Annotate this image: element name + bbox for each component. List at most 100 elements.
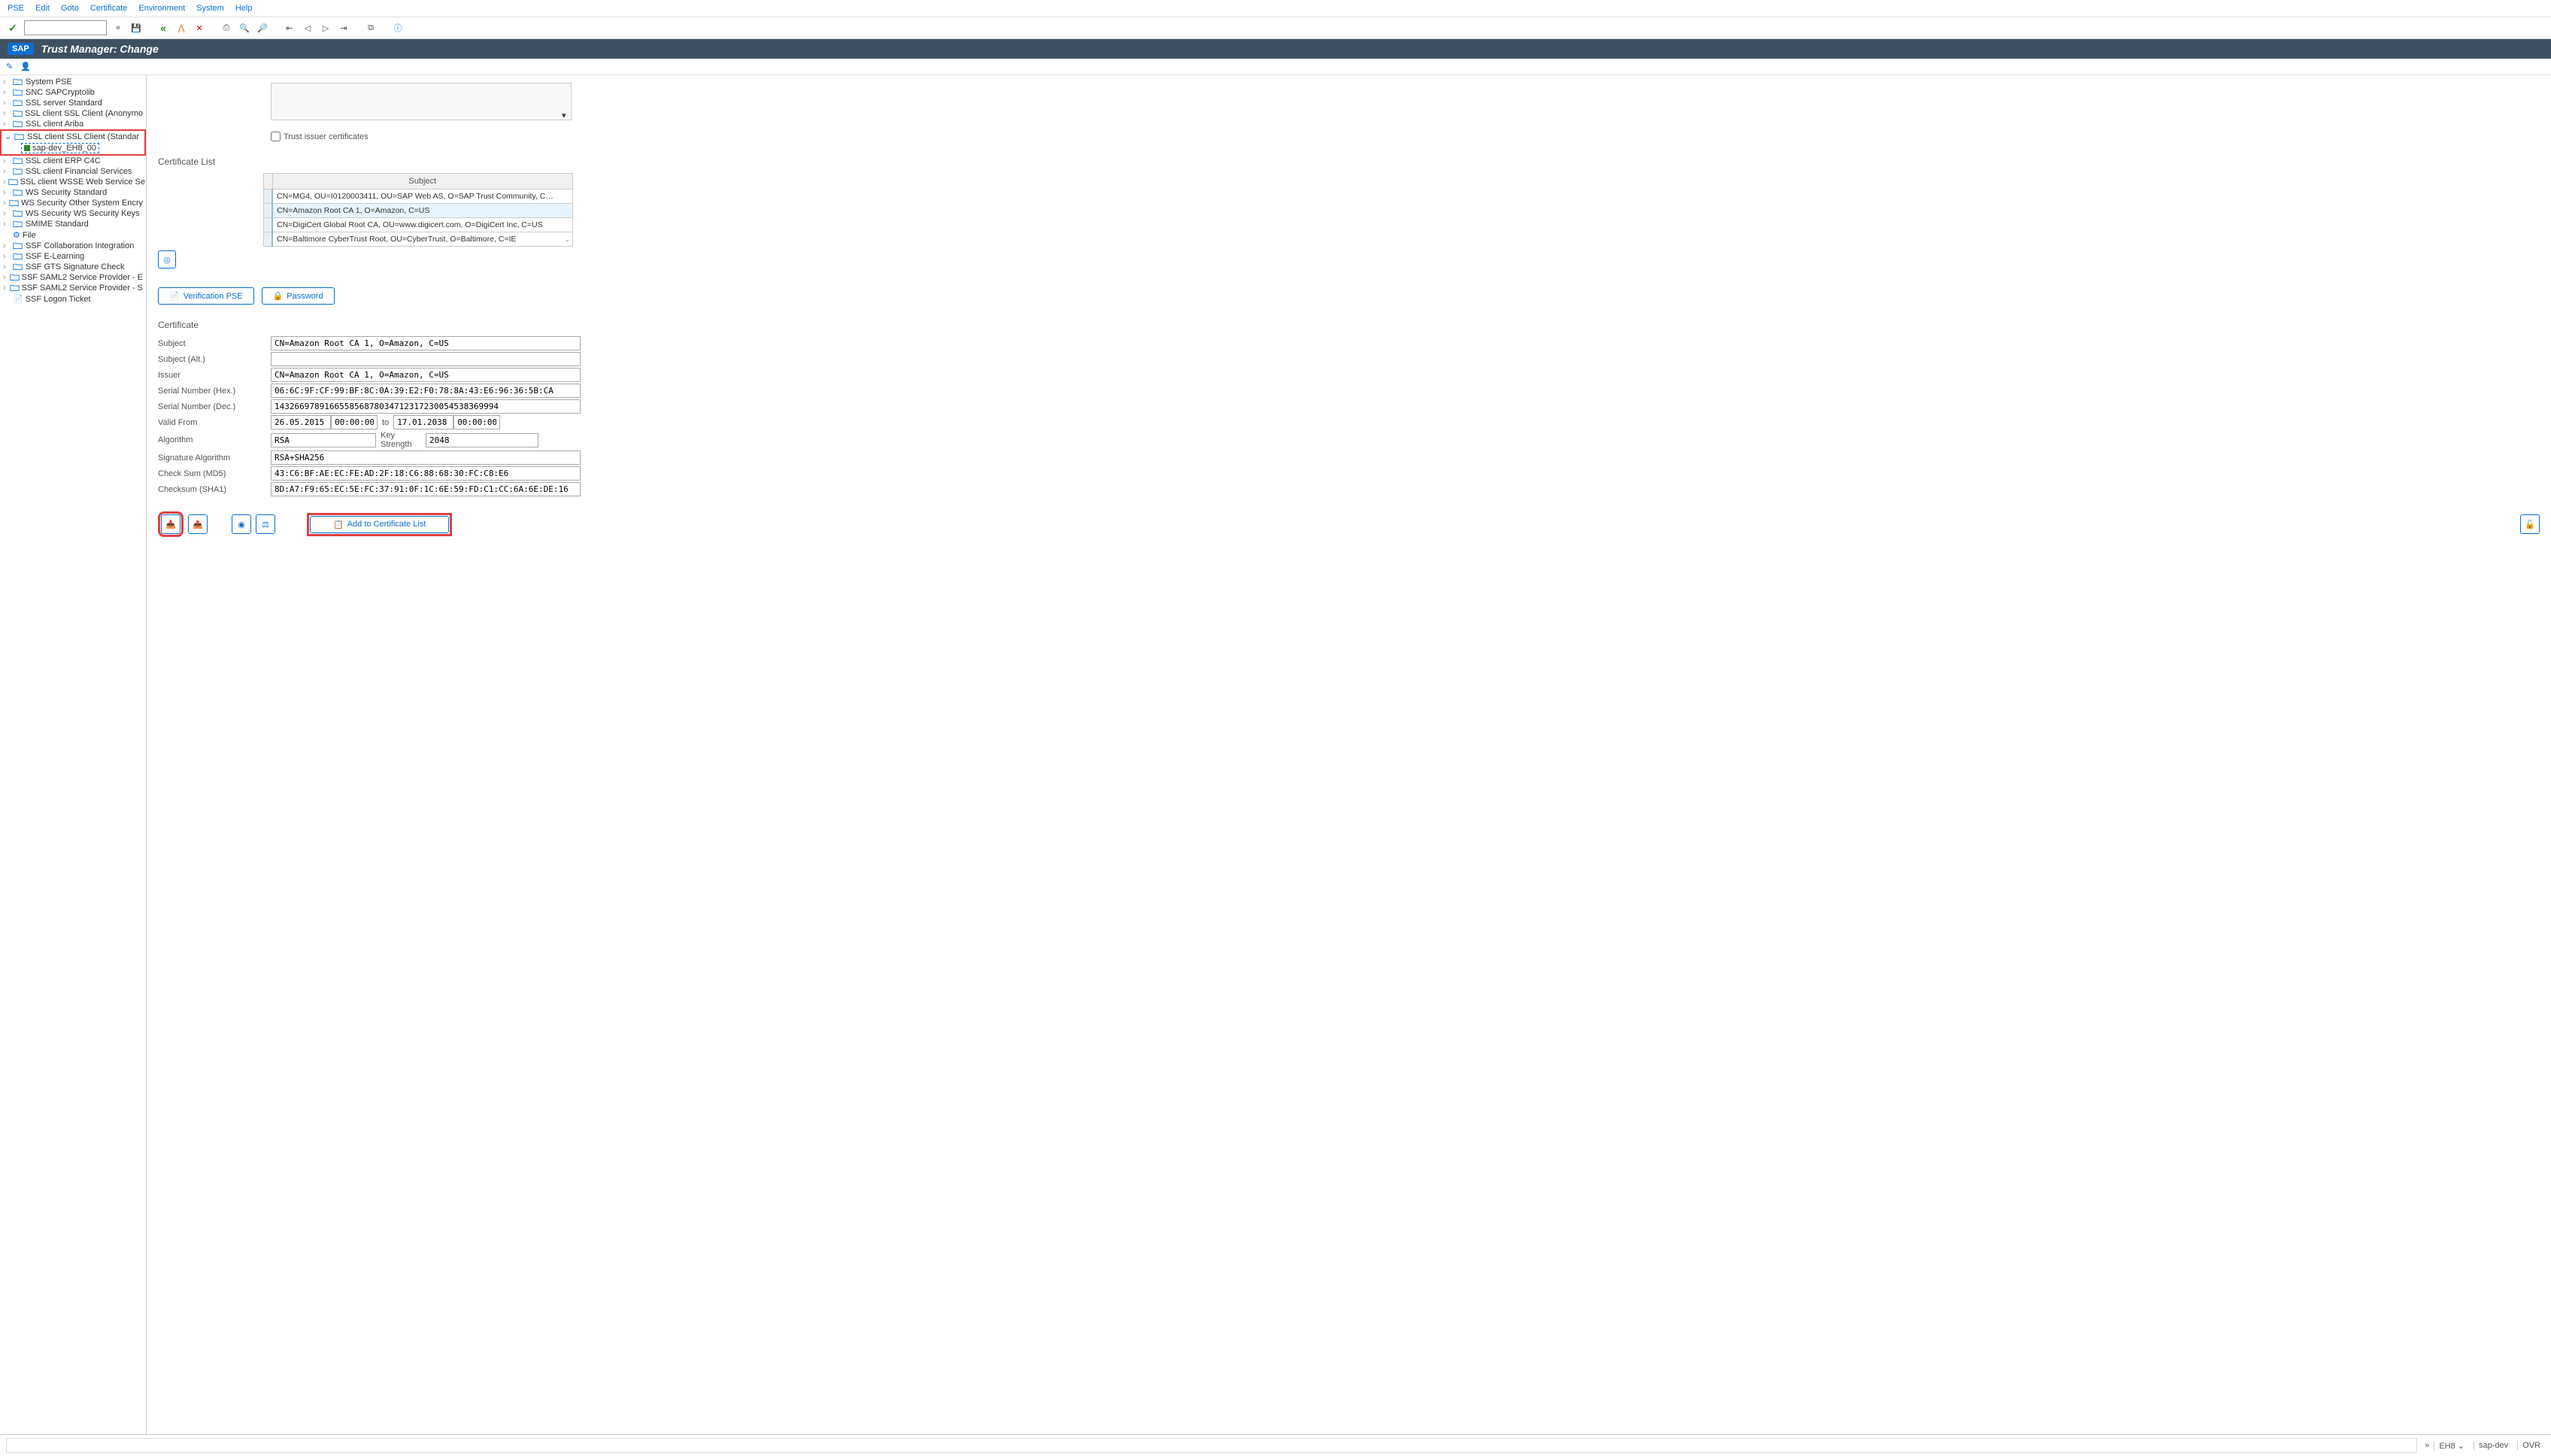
tree-item[interactable]: ›SSL client Financial Services [0,166,146,177]
valid-from-time-field[interactable] [331,415,378,429]
tree-item[interactable]: ›SSL client Ariba [0,119,146,129]
detail-toggle-button[interactable]: ◎ [158,250,176,268]
subject-field[interactable] [271,336,581,350]
key-strength-label: Key Strength [376,431,426,449]
save-icon[interactable]: 💾 [129,21,143,35]
subject-alt-label: Subject (Alt.) [158,355,271,364]
tree-item[interactable]: ›SSF E-Learning [0,251,146,262]
cert-action-button[interactable]: 🔓 [2520,514,2540,534]
key-strength-field[interactable] [426,433,538,447]
serial-hex-field[interactable] [271,384,581,398]
status-bar: » EH8 ⌄ sap-dev OVR [0,1434,2551,1456]
find-icon[interactable]: 🔍 [238,21,251,35]
own-certificate-box: ▾ [271,83,572,120]
sap-logo: SAP [8,43,34,55]
sha1-field[interactable] [271,482,581,496]
algorithm-field[interactable] [271,433,376,447]
tree-item[interactable]: ›SSF SAML2 Service Provider - E [0,272,146,283]
valid-to-date-field[interactable] [393,415,453,429]
trust-issuer-checkbox[interactable] [271,132,281,141]
prev-page-icon[interactable]: ◁ [301,21,314,35]
cert-list-table: Subject CN=MG4, OU=I0120003411, OU=SAP W… [263,173,573,247]
last-page-icon[interactable]: ⇥ [337,21,350,35]
tree-panel: ›System PSE›SNC SAPCryptolib›SSL server … [0,75,147,1434]
find-next-icon[interactable]: 🔎 [256,21,269,35]
tree-item[interactable]: ›SMIME Standard [0,219,146,229]
tree-item[interactable]: sap-dev_EH8_00 [0,142,146,156]
subject-alt-field[interactable] [271,352,581,366]
issuer-field[interactable] [271,368,581,382]
menu-system[interactable]: System [196,4,224,13]
command-field[interactable] [24,20,107,35]
status-expand-icon[interactable]: » [2425,1441,2429,1450]
status-mode: OVR [2517,1441,2545,1450]
md5-label: Check Sum (MD5) [158,469,271,478]
title-bar: SAP Trust Manager: Change [0,39,2551,59]
tree-item[interactable]: ›SSF Collaboration Integration [0,241,146,251]
valid-from-date-field[interactable] [271,415,331,429]
sig-alg-field[interactable] [271,450,581,465]
refresh-icon[interactable]: 👤 [20,62,31,71]
tree-item[interactable]: ›SSL client ERP C4C [0,156,146,166]
exit-icon[interactable]: ⋀ [174,21,188,35]
cert-list-row[interactable]: CN=Amazon Root CA 1, O=Amazon, C=US [264,204,573,218]
export-cert-button[interactable]: 📤 [188,514,208,534]
serial-hex-label: Serial Number (Hex.) [158,387,271,396]
accept-icon[interactable]: ✓ [6,21,20,35]
menu-goto[interactable]: Goto [61,4,79,13]
menu-environment[interactable]: Environment [138,4,185,13]
tree-item[interactable]: ›SSL server Standard [0,98,146,108]
toolbar: ✓ « 💾 « ⋀ ✕ ⎙ 🔍 🔎 ⇤ ◁ ▷ ⇥ ⧉ ⓘ [0,17,2551,39]
menu-certificate[interactable]: Certificate [90,4,128,13]
tree-item[interactable]: ›SSF GTS Signature Check [0,262,146,272]
tree-item[interactable]: ›SSL client SSL Client (Anonymo [0,108,146,119]
add-to-cert-list-button[interactable]: 📋 Add to Certificate List [310,516,449,533]
tree-item[interactable]: ⌄SSL client SSL Client (Standar [0,129,146,142]
subject-label: Subject [158,339,271,348]
valid-to-time-field[interactable] [453,415,500,429]
issuer-label: Issuer [158,371,271,380]
password-button[interactable]: 🔒 Password [262,287,335,305]
verification-pse-button[interactable]: 📄 Verification PSE [158,287,254,305]
tree-item[interactable]: ›SSF SAML2 Service Provider - S [0,283,146,293]
menu-pse[interactable]: PSE [8,4,24,13]
import-cert-button[interactable]: 📥 [161,514,180,534]
cert-list-row[interactable]: CN=Baltimore CyberTrust Root, OU=CyberTr… [264,232,573,247]
cert-section-title: Certificate [158,320,2540,330]
tree-item[interactable]: ›WS Security Standard [0,187,146,198]
tree-item[interactable]: ›SSL client WSSE Web Service Se [0,177,146,187]
print-icon[interactable]: ⎙ [220,21,233,35]
menu-edit[interactable]: Edit [35,4,50,13]
action-1-button[interactable]: ◉ [232,514,251,534]
menu-help[interactable]: Help [235,4,253,13]
algorithm-label: Algorithm [158,435,271,444]
new-session-icon[interactable]: ⧉ [364,21,378,35]
tree-item[interactable]: ⚙File [0,229,146,241]
status-host: sap-dev [2474,1441,2513,1450]
detail-panel: ▾ Trust issuer certificates Certificate … [147,75,2551,1434]
action-2-button[interactable]: ⚖ [256,514,275,534]
cert-list-header[interactable]: Subject [272,174,573,190]
scroll-handle-icon[interactable]: ▾ [562,111,571,120]
tree-item[interactable]: ›WS Security Other System Encry [0,198,146,208]
cert-list-row[interactable]: CN=MG4, OU=I0120003411, OU=SAP Web AS, O… [264,190,573,204]
tree-item[interactable]: ›WS Security WS Security Keys [0,208,146,219]
cancel-icon[interactable]: ✕ [193,21,206,35]
cert-list-title: Certificate List [158,156,2540,167]
valid-from-label: Valid From [158,418,271,427]
first-page-icon[interactable]: ⇤ [283,21,296,35]
next-page-icon[interactable]: ▷ [319,21,332,35]
back-icon[interactable]: « [156,21,170,35]
menu-bar: PSE Edit Goto Certificate Environment Sy… [0,0,2551,17]
tree-item[interactable]: 📄SSF Logon Ticket [0,293,146,305]
md5-field[interactable] [271,466,581,481]
toggle-display-icon[interactable]: ✎ [6,62,13,71]
tree-item[interactable]: ›SNC SAPCryptolib [0,87,146,98]
tree-item[interactable]: ›System PSE [0,77,146,87]
trust-issuer-label: Trust issuer certificates [284,132,369,141]
status-system[interactable]: EH8 ⌄ [2434,1441,2469,1451]
cert-list-row[interactable]: CN=DigiCert Global Root CA, OU=www.digic… [264,218,573,232]
serial-dec-field[interactable] [271,399,581,414]
help-icon[interactable]: ⓘ [391,21,405,35]
collapse-icon[interactable]: « [111,21,125,35]
